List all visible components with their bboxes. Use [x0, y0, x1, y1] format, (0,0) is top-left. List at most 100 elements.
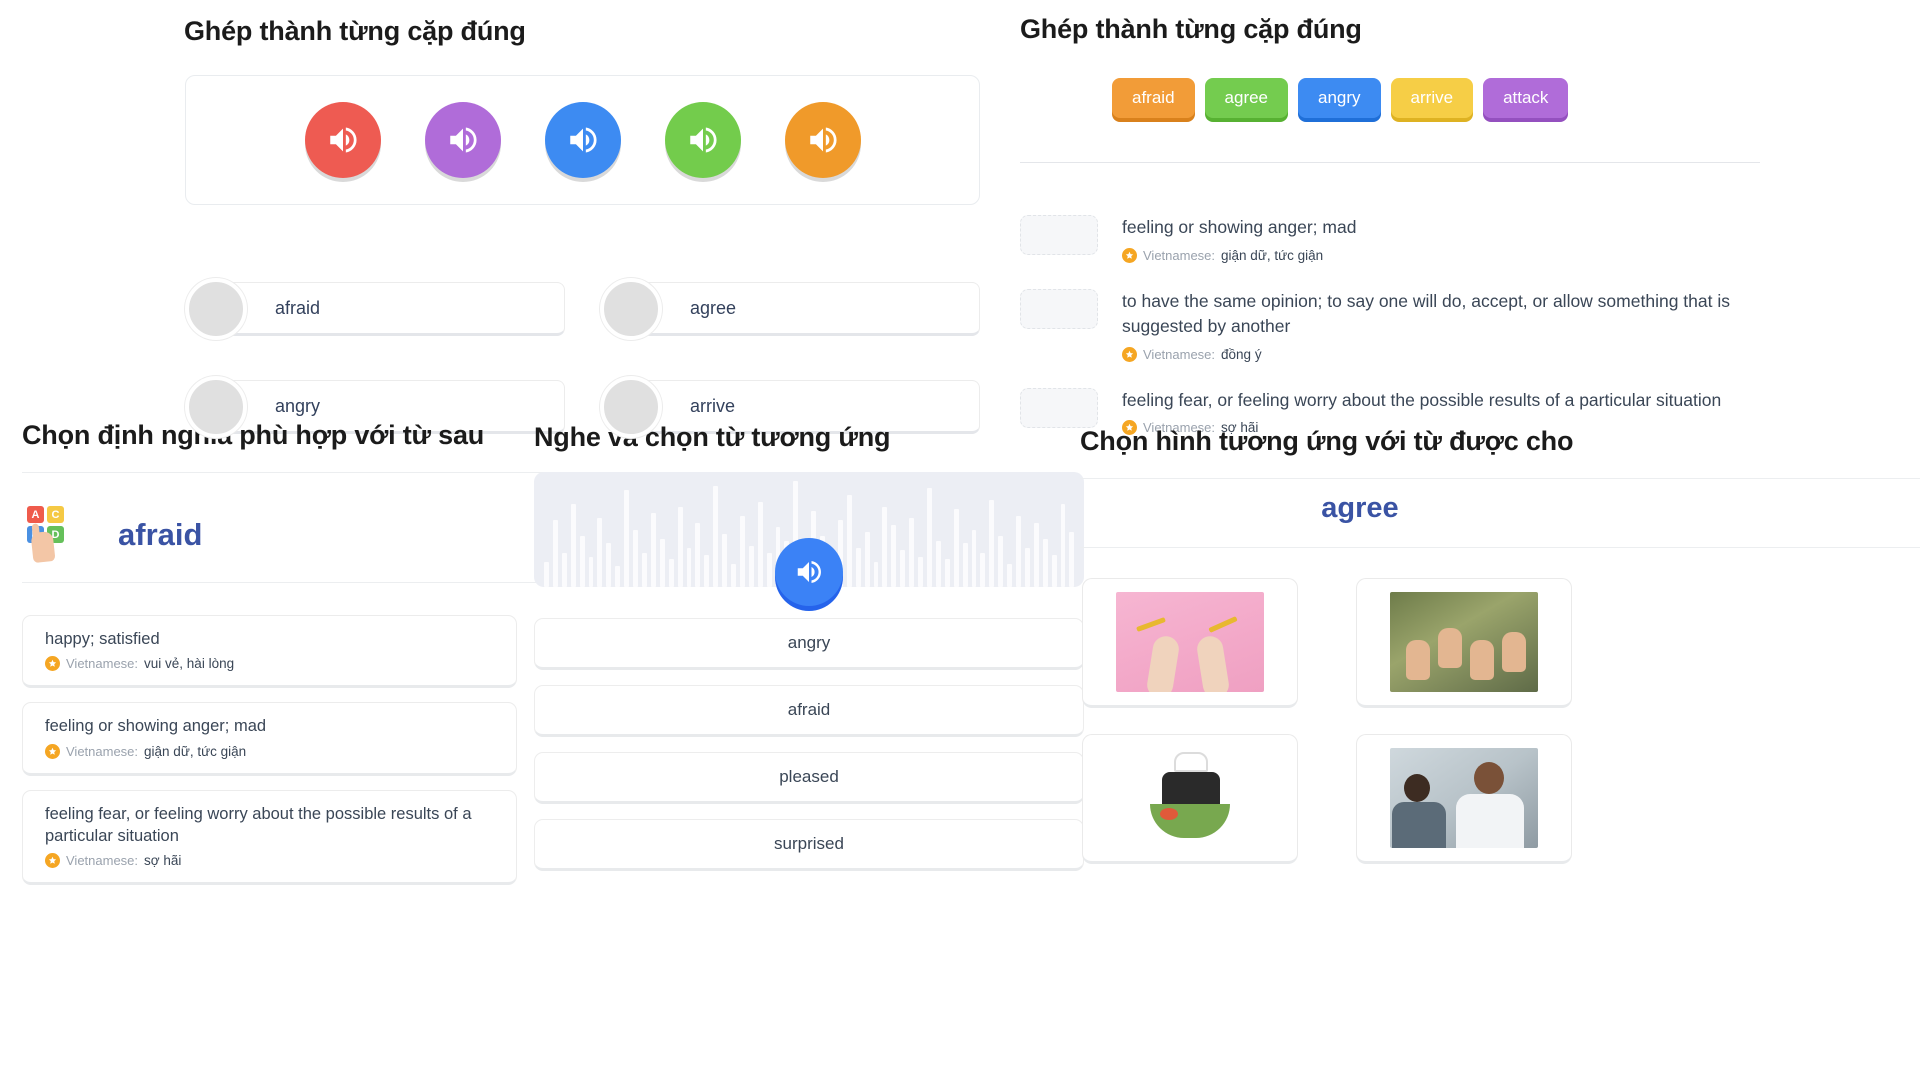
vietnamese-value: sợ hãi — [144, 853, 182, 869]
definition-text: feeling fear, or feeling worry about the… — [1122, 389, 1722, 410]
waveform-bar — [855, 547, 861, 587]
waveform-bar — [909, 518, 915, 587]
waveform-bar — [989, 499, 995, 587]
waveform-bar — [722, 534, 728, 587]
image-prompt-word: agree — [1321, 492, 1399, 524]
play-audio-button[interactable] — [775, 538, 843, 606]
waveform-bar — [704, 554, 710, 587]
waveform-bar — [900, 550, 906, 587]
waveform-bar — [1042, 538, 1048, 587]
definition-option[interactable]: happy; satisfied Vietnamese: vui vẻ, hài l… — [22, 615, 517, 689]
word-chip-afraid[interactable]: afraid — [1112, 78, 1195, 118]
audio-3-button[interactable] — [544, 102, 621, 178]
listen-answer-option[interactable]: afraid — [534, 685, 1084, 737]
definition-row: feeling or showing anger; mad Vietnamese:… — [1020, 215, 1810, 263]
match-definition-title: Ghép thành từng cặp đúng — [1020, 14, 1362, 44]
audio-1-button[interactable] — [304, 102, 381, 178]
image-option-thumbs-up-group[interactable] — [1356, 578, 1572, 708]
pair-word[interactable]: afraid — [216, 282, 565, 336]
pointing-hand-icon — [30, 530, 56, 564]
waveform-bar — [882, 506, 888, 587]
pair-drop-target[interactable] — [185, 376, 247, 438]
divider — [1020, 162, 1760, 163]
waveform-bar — [633, 529, 638, 587]
audio-5-button[interactable] — [784, 102, 861, 178]
speaker-icon — [797, 561, 821, 583]
definition-option[interactable]: feeling fear, or feeling worry about the… — [22, 789, 517, 886]
waveform-bar — [561, 552, 567, 587]
waveform-bar — [731, 564, 736, 587]
audio-4-button[interactable] — [664, 102, 741, 178]
vietnamese-label: Vietnamese: — [66, 656, 139, 672]
word-chip-attack[interactable]: attack — [1483, 78, 1569, 118]
star-icon — [1122, 247, 1137, 263]
waveform-bar — [1051, 554, 1057, 587]
definition-text: to have the same opinion; to say one wil… — [1122, 290, 1730, 336]
waveform-bar — [579, 536, 585, 587]
definition-option-list: happy; satisfied Vietnamese: vui vẻ, hài l… — [22, 615, 517, 899]
option-text: happy; satisfied — [45, 630, 160, 648]
speaker-icon — [569, 127, 597, 153]
definition-body: feeling or showing anger; mad Vietnamese:… — [1122, 215, 1810, 263]
image-option-chef-holding-salad[interactable] — [1082, 734, 1298, 864]
waveform-bar — [570, 504, 576, 587]
vietnamese-line: Vietnamese: giận dữ, tức giận — [1122, 247, 1810, 263]
pair-word[interactable]: agree — [631, 282, 980, 336]
word-chip-angry[interactable]: angry — [1298, 78, 1381, 118]
listen-choose-title: Nghe và chọn từ tương ứng — [534, 422, 891, 452]
abcd-tile-a: A — [27, 506, 44, 523]
definition-option[interactable]: feeling or showing anger; mad Vietnamese:… — [22, 702, 517, 776]
pair-drop-target[interactable] — [600, 376, 662, 438]
waveform-bar — [962, 543, 968, 587]
waveform-bar — [980, 552, 986, 587]
definition-drop-target[interactable] — [1020, 215, 1098, 255]
image-option-grid — [1082, 578, 1572, 864]
vietnamese-label: Vietnamese: — [1143, 247, 1216, 263]
listen-answer-option[interactable]: surprised — [534, 819, 1084, 871]
waveform-bar — [926, 488, 932, 587]
choose-image-title: Chọn hình tương ứng với từ được cho — [1080, 426, 1574, 456]
vietnamese-line: Vietnamese: sợ hãi — [45, 853, 500, 869]
waveform-bar — [918, 557, 923, 587]
vietnamese-label: Vietnamese: — [66, 743, 139, 759]
divider — [1080, 547, 1920, 548]
waveform-bar — [935, 541, 941, 587]
waveform-bar — [695, 522, 701, 587]
definition-body: to have the same opinion; to say one wil… — [1122, 289, 1810, 362]
abcd-choice-icon: A C B D — [22, 506, 72, 564]
pair-row: agree — [600, 278, 980, 340]
match-audio-title: Ghép thành từng cặp đúng — [184, 16, 526, 46]
image-option-doctor-consulting-patient[interactable] — [1356, 734, 1572, 864]
audio-button-row — [185, 75, 980, 205]
vietnamese-value: vui vẻ, hài lòng — [144, 656, 235, 672]
waveform-bar — [1007, 564, 1013, 587]
audio-2-button[interactable] — [424, 102, 501, 178]
star-icon — [45, 743, 60, 759]
waveform-bar — [624, 490, 630, 587]
waveform-bar — [891, 524, 897, 587]
waveform-bar — [544, 561, 549, 587]
speaker-icon — [329, 127, 357, 153]
word-chip-row: afraid agree angry arrive attack — [1112, 78, 1569, 118]
listen-answer-option[interactable]: angry — [534, 618, 1084, 670]
listen-answer-option[interactable]: pleased — [534, 752, 1084, 804]
prompt-word-row: A C B D afraid — [22, 500, 202, 570]
word-chip-agree[interactable]: agree — [1204, 78, 1289, 118]
word-chip-arrive[interactable]: arrive — [1390, 78, 1474, 118]
waveform-bar — [766, 552, 772, 587]
vietnamese-label: Vietnamese: — [1143, 346, 1216, 362]
choose-definition-title: Chọn định nghĩa phù hợp với từ sau — [22, 420, 485, 450]
option-text: feeling fear, or feeling worry about the… — [45, 804, 472, 845]
waveform-bar — [953, 508, 959, 587]
prompt-word: afraid — [118, 517, 203, 552]
waveform-bar — [998, 536, 1004, 587]
image-option-hands-breaking-pencil[interactable] — [1082, 578, 1298, 708]
vietnamese-value: giận dữ, tức giận — [1221, 247, 1324, 263]
speaker-icon — [809, 127, 837, 153]
waveform-bar — [677, 506, 683, 587]
definition-drop-target[interactable] — [1020, 288, 1098, 329]
waveform-bar — [944, 559, 950, 587]
waveform-bar — [659, 538, 665, 587]
pair-drop-target[interactable] — [185, 278, 247, 340]
pair-drop-target[interactable] — [600, 278, 662, 340]
